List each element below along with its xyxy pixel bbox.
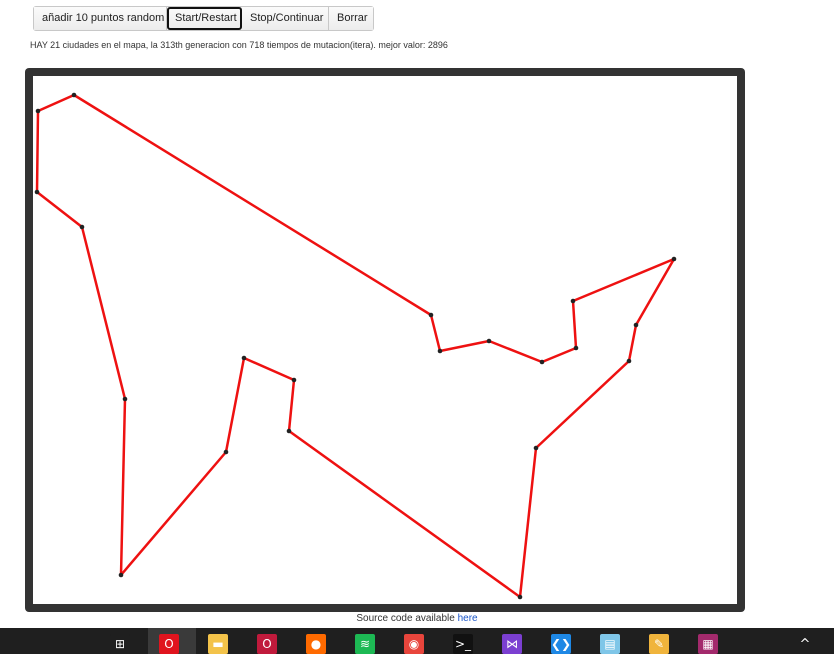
tray-chevron-icon[interactable]: ^ (795, 634, 815, 654)
start-restart-button[interactable]: Start/Restart (167, 7, 242, 30)
city-point (35, 108, 41, 114)
source-code-link[interactable]: here (458, 613, 478, 624)
city-point (437, 348, 443, 354)
stop-continue-button[interactable]: Stop/Continuar (242, 7, 329, 30)
city-point (570, 298, 576, 304)
city-point (517, 594, 523, 600)
route-map[interactable] (33, 76, 737, 604)
file-explorer-icon[interactable]: ▬ (208, 634, 228, 654)
city-point (79, 224, 85, 230)
footer: Source code available here (0, 613, 834, 624)
city-point (533, 445, 539, 451)
footer-text: Source code available (356, 613, 458, 624)
toolbar: añadir 10 puntos random Start/Restart St… (33, 6, 374, 31)
opera-icon[interactable]: O (159, 634, 179, 654)
city-point (573, 345, 579, 351)
map-canvas-frame (25, 68, 745, 612)
route-path (35, 93, 676, 599)
add-random-points-button[interactable]: añadir 10 puntos random (34, 7, 167, 30)
city-point (241, 355, 247, 361)
city-point (633, 322, 639, 328)
city-point (626, 358, 632, 364)
city-point (291, 377, 297, 383)
chrome-icon[interactable]: ◉ (404, 634, 424, 654)
task-view-icon[interactable]: ⊞ (110, 634, 130, 654)
city-point (122, 396, 128, 402)
visual-studio-icon[interactable]: ⋈ (502, 634, 522, 654)
terminal-icon[interactable]: >_ (453, 634, 473, 654)
city-point (71, 92, 77, 98)
city-point (34, 189, 40, 195)
city-point (118, 572, 124, 578)
status-text: HAY 21 ciudades en el mapa, la 313th gen… (30, 40, 448, 50)
city-point (671, 256, 677, 262)
podcast-icon[interactable]: ● (306, 634, 326, 654)
city-point (539, 359, 545, 365)
clear-button[interactable]: Borrar (329, 7, 373, 30)
city-point (486, 338, 492, 344)
city-point (428, 312, 434, 318)
notepad-icon[interactable]: ▤ (600, 634, 620, 654)
winrar-icon[interactable]: ▦ (698, 634, 718, 654)
taskbar: ⊞ O ▬ O ● ≋ ◉ >_ ⋈ ❮❯ ▤ ✎ ▦ ^ (0, 628, 834, 654)
city-point (286, 428, 292, 434)
spotify-icon[interactable]: ≋ (355, 634, 375, 654)
paint-icon[interactable]: ✎ (649, 634, 669, 654)
opera-gx-icon[interactable]: O (257, 634, 277, 654)
city-point (223, 449, 229, 455)
map-canvas[interactable] (33, 76, 737, 604)
vscode-icon[interactable]: ❮❯ (551, 634, 571, 654)
